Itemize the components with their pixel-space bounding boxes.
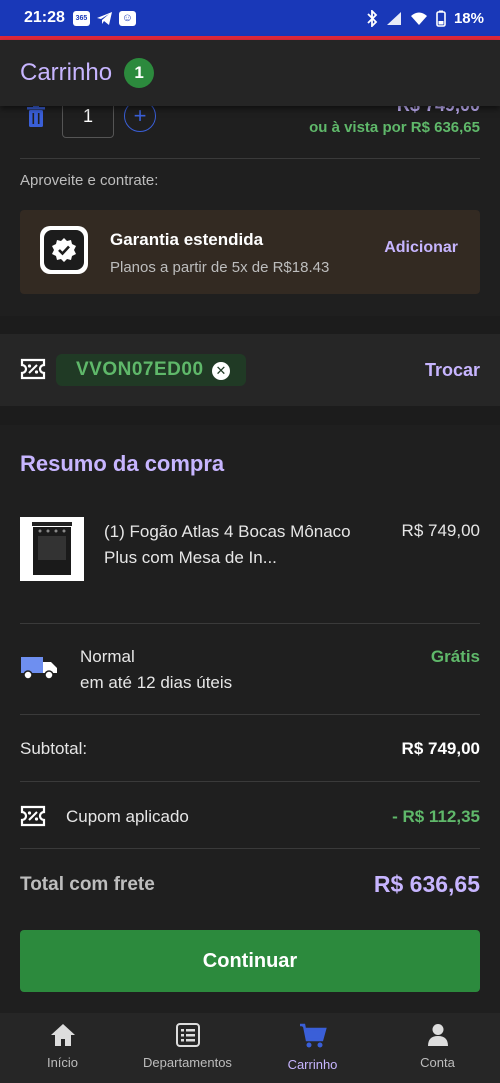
app-365-icon: 365 bbox=[72, 10, 90, 26]
cart-count-badge: 1 bbox=[124, 58, 155, 88]
trash-icon[interactable] bbox=[26, 104, 46, 128]
nav-label: Departamentos bbox=[143, 1055, 232, 1070]
shipping-eta: em até 12 dias úteis bbox=[80, 673, 233, 692]
nav-item-carrinho[interactable]: Carrinho bbox=[250, 1013, 375, 1083]
continue-button[interactable]: Continuar bbox=[20, 930, 480, 992]
status-time: 21:28 bbox=[24, 9, 65, 26]
coupon-ticket-icon bbox=[20, 805, 46, 827]
wifi-icon bbox=[410, 12, 427, 25]
app-header: Carrinho 1 bbox=[0, 40, 500, 106]
cart-item-card: 1 + R$ 749,00 ou à vista por R$ 636,65 A… bbox=[0, 94, 500, 316]
shipping-method: Normal bbox=[80, 647, 135, 666]
divider bbox=[20, 623, 480, 624]
truck-icon bbox=[21, 657, 57, 680]
nav-item-conta[interactable]: Conta bbox=[375, 1013, 500, 1083]
nav-label: Carrinho bbox=[287, 1057, 338, 1072]
nav-item-departamentos[interactable]: Departamentos bbox=[125, 1013, 250, 1083]
shipping-price: Grátis bbox=[430, 647, 480, 666]
battery-level: 18% bbox=[453, 9, 484, 27]
coupon-chip: VVON07ED00 ✕ bbox=[56, 354, 246, 386]
home-icon bbox=[50, 1024, 75, 1046]
warranty-title: Garantia estendida bbox=[110, 230, 264, 249]
notification-icons: 365 ☺ bbox=[72, 10, 136, 26]
total-value: R$ 636,65 bbox=[373, 871, 480, 897]
bluetooth-icon bbox=[367, 9, 378, 27]
subtotal-label: Subtotal: bbox=[20, 739, 88, 758]
telegram-icon bbox=[96, 11, 112, 25]
coupon-applied-label: Cupom aplicado bbox=[66, 807, 189, 826]
plus-icon: + bbox=[133, 103, 147, 128]
summary-title: Resumo da compra bbox=[20, 451, 225, 476]
purchase-summary: Resumo da compra (1) Fogão Atlas 4 Bocas… bbox=[0, 425, 500, 1013]
upsell-label: Aproveite e contrate: bbox=[20, 172, 159, 189]
total-label: Total com frete bbox=[20, 874, 155, 895]
coupon-discount-value: - R$ 112,35 bbox=[392, 807, 480, 826]
coupon-ticket-icon bbox=[20, 358, 46, 380]
change-coupon-button[interactable]: Trocar bbox=[425, 360, 480, 381]
divider bbox=[20, 158, 480, 159]
status-bar: 21:28 365 ☺ 18% bbox=[0, 0, 500, 36]
nav-item-inicio[interactable]: Início bbox=[0, 1013, 125, 1083]
bottom-nav: Início Departamentos Carrinho Conta bbox=[0, 1013, 500, 1083]
add-warranty-button[interactable]: Adicionar bbox=[384, 239, 458, 257]
warranty-badge-icon bbox=[40, 226, 88, 274]
signal-icon bbox=[386, 11, 401, 25]
nav-label: Início bbox=[46, 1055, 79, 1070]
product-name: (1) Fogão Atlas 4 Bocas Mônaco Plus com … bbox=[104, 522, 351, 567]
divider bbox=[20, 781, 480, 782]
cash-price: ou à vista por R$ 636,65 bbox=[309, 119, 480, 136]
remove-coupon-icon[interactable]: ✕ bbox=[212, 362, 230, 380]
inbox-icon: ☺ bbox=[118, 10, 136, 26]
product-price: R$ 749,00 bbox=[401, 521, 480, 540]
battery-icon bbox=[436, 10, 446, 27]
user-icon bbox=[427, 1024, 448, 1046]
nav-label: Conta bbox=[420, 1055, 455, 1070]
coupon-section: VVON07ED00 ✕ Trocar bbox=[0, 334, 500, 406]
divider bbox=[20, 848, 480, 849]
extended-warranty-card[interactable]: Garantia estendida Planos a partir de 5x… bbox=[20, 210, 480, 294]
subtotal-value: R$ 749,00 bbox=[401, 739, 480, 758]
cart-icon bbox=[299, 1023, 327, 1048]
coupon-code: VVON07ED00 bbox=[76, 359, 204, 380]
warranty-subtitle: Planos a partir de 5x de R$18.43 bbox=[110, 259, 330, 276]
status-right: 18% bbox=[366, 9, 484, 27]
page-title: Carrinho bbox=[20, 59, 113, 86]
product-image bbox=[20, 517, 84, 581]
divider bbox=[20, 714, 480, 715]
list-icon bbox=[175, 1023, 200, 1047]
